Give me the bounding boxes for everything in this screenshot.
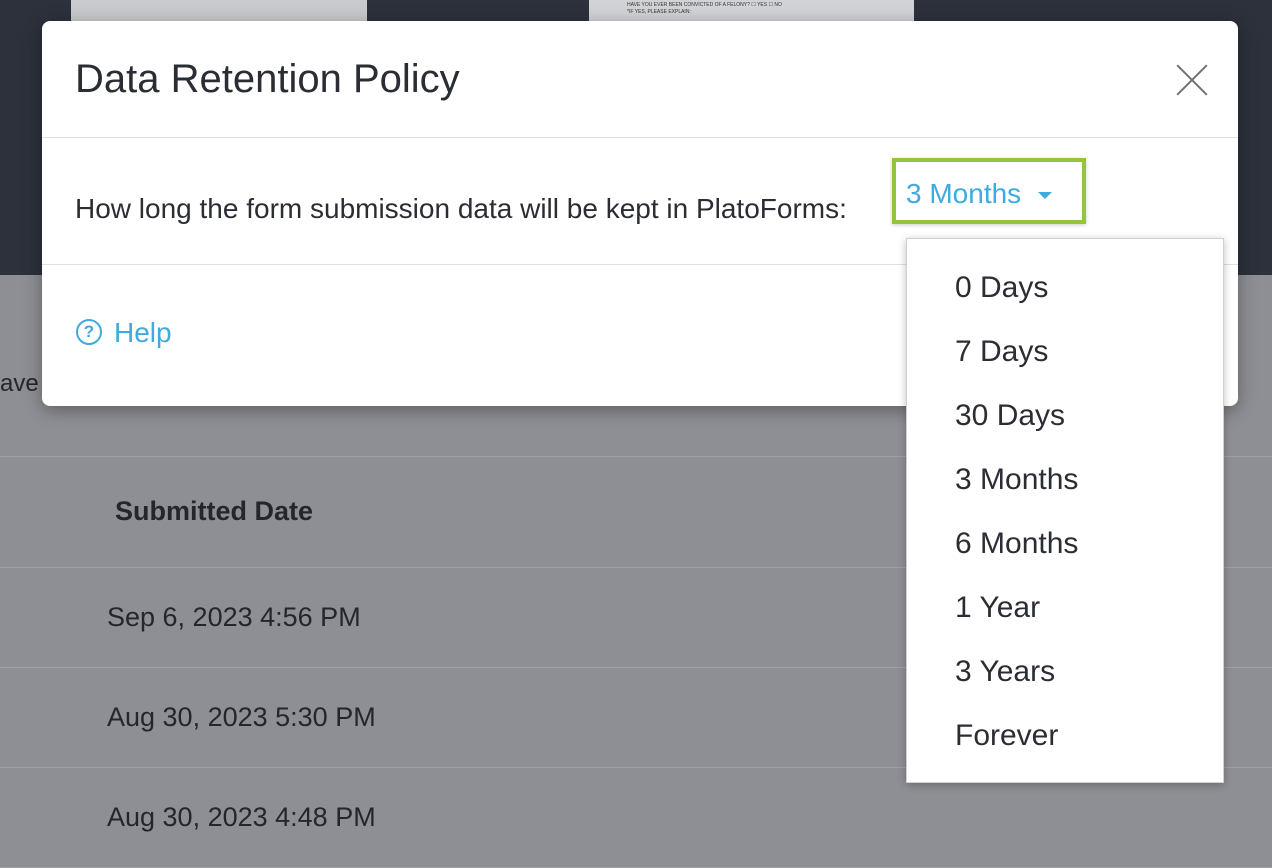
dropdown-option-7-days[interactable]: 7 Days bbox=[907, 320, 1223, 384]
retention-period-select[interactable]: 3 Months bbox=[892, 158, 1086, 224]
dropdown-option-6-months[interactable]: 6 Months bbox=[907, 512, 1223, 576]
submitted-date-cell: Sep 6, 2023 4:56 PM bbox=[107, 602, 361, 632]
dropdown-option-1-year[interactable]: 1 Year bbox=[907, 576, 1223, 640]
help-label: Help bbox=[114, 317, 172, 348]
submitted-date-cell: Aug 30, 2023 5:30 PM bbox=[107, 702, 376, 732]
modal-title: Data Retention Policy bbox=[75, 57, 460, 101]
caret-down-icon bbox=[1038, 192, 1052, 199]
dropdown-option-30-days[interactable]: 30 Days bbox=[907, 384, 1223, 448]
submitted-date-cell: Aug 30, 2023 4:48 PM bbox=[107, 802, 376, 832]
table-row: Aug 30, 2023 4:48 PM bbox=[0, 768, 1272, 868]
retention-period-value: 3 Months bbox=[906, 178, 1022, 209]
dropdown-option-forever[interactable]: Forever bbox=[907, 704, 1223, 768]
thumbnail-text: HAVE YOU EVER BEEN CONVICTED OF A FELONY… bbox=[627, 2, 782, 15]
form-thumbnail bbox=[71, 0, 367, 22]
background-partial-text: ave bbox=[0, 370, 39, 397]
retention-prompt: How long the form submission data will b… bbox=[75, 193, 847, 224]
question-circle-icon: ? bbox=[76, 319, 102, 345]
modal-header: Data Retention Policy bbox=[42, 21, 1238, 138]
dropdown-option-0-days[interactable]: 0 Days bbox=[907, 256, 1223, 320]
close-icon[interactable] bbox=[1173, 61, 1211, 99]
retention-period-dropdown: 0 Days 7 Days 30 Days 3 Months 6 Months … bbox=[906, 238, 1224, 783]
dropdown-option-3-years[interactable]: 3 Years bbox=[907, 640, 1223, 704]
column-header-submitted-date: Submitted Date bbox=[115, 496, 314, 526]
form-thumbnail: HAVE YOU EVER BEEN CONVICTED OF A FELONY… bbox=[589, 0, 914, 22]
dropdown-option-3-months[interactable]: 3 Months bbox=[907, 448, 1223, 512]
